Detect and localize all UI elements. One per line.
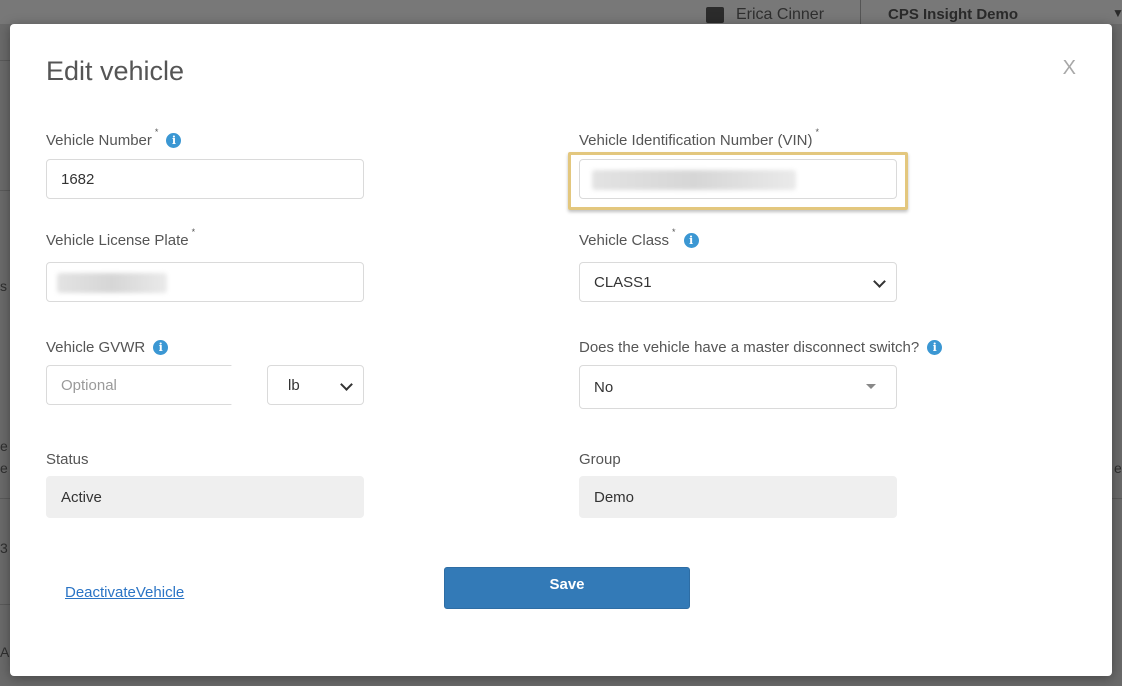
group-label: Group bbox=[579, 451, 621, 468]
save-button[interactable]: Save bbox=[444, 567, 690, 609]
group-value: Demo bbox=[594, 488, 635, 506]
master-switch-label-text: Does the vehicle have a master disconnec… bbox=[579, 339, 920, 356]
modal-title: Edit vehicle bbox=[46, 56, 185, 86]
background-row-line bbox=[0, 498, 10, 499]
background-text-fragment: s bbox=[0, 278, 7, 294]
background-row-line bbox=[0, 604, 10, 605]
required-marker: * bbox=[191, 226, 196, 237]
group-label-text: Group bbox=[579, 451, 621, 468]
background-user-name: Erica Cinner bbox=[736, 6, 825, 23]
vin-focus-highlight bbox=[568, 152, 908, 210]
vehicle-number-label: Vehicle Number * i bbox=[46, 127, 182, 149]
info-icon[interactable]: i bbox=[927, 340, 943, 355]
status-label-text: Status bbox=[46, 451, 89, 468]
required-marker: * bbox=[154, 126, 159, 137]
background-user-menu: Erica Cinner bbox=[706, 6, 824, 24]
status-field: Active bbox=[46, 476, 364, 518]
license-plate-label: Vehicle License Plate * bbox=[46, 227, 195, 250]
edit-vehicle-modal: Edit vehicle X Vehicle Number * i 1682 V… bbox=[10, 24, 1112, 676]
license-plate-label-text: Vehicle License Plate bbox=[46, 232, 189, 249]
background-row-line bbox=[1112, 498, 1122, 499]
gvwr-placeholder: Optional bbox=[61, 376, 117, 394]
background-text-fragment: e bbox=[0, 438, 8, 454]
status-label: Status bbox=[46, 451, 89, 468]
close-icon[interactable]: X bbox=[1063, 58, 1076, 78]
caret-down-icon bbox=[866, 384, 876, 389]
gvwr-unit-select[interactable]: lb bbox=[267, 365, 364, 405]
chevron-down-icon bbox=[340, 378, 353, 391]
info-icon[interactable]: i bbox=[153, 340, 169, 355]
background-text-fragment: A bbox=[0, 644, 10, 660]
info-icon[interactable]: i bbox=[166, 133, 182, 148]
required-marker: * bbox=[672, 226, 676, 237]
master-switch-value: No bbox=[594, 378, 614, 396]
vin-label-text: Vehicle Identification Number (VIN) bbox=[579, 132, 813, 149]
gvwr-unit-value: lb bbox=[288, 376, 300, 394]
background-row-line bbox=[0, 60, 10, 61]
vehicle-class-value: CLASS1 bbox=[594, 273, 652, 291]
background-text-fragment: 3 bbox=[0, 540, 8, 556]
vehicle-class-label-text: Vehicle Class bbox=[579, 232, 670, 249]
chevron-down-icon bbox=[873, 275, 886, 288]
master-switch-select[interactable]: No bbox=[579, 365, 897, 409]
vehicle-number-label-text: Vehicle Number bbox=[46, 132, 152, 149]
status-value: Active bbox=[61, 488, 102, 506]
group-field: Demo bbox=[579, 476, 897, 518]
background-text-fragment: e bbox=[1114, 460, 1122, 476]
vehicle-number-value: 1682 bbox=[61, 170, 95, 188]
required-marker: * bbox=[815, 126, 819, 137]
background-org-name: CPS Insight Demo bbox=[888, 6, 1019, 23]
info-icon[interactable]: i bbox=[683, 233, 699, 248]
redacted-license-plate-value bbox=[57, 273, 167, 293]
background-chevron-icon: ▼ bbox=[1112, 6, 1122, 20]
background-row-line bbox=[0, 190, 10, 191]
master-switch-label: Does the vehicle have a master disconnec… bbox=[579, 339, 943, 356]
vehicle-class-label: Vehicle Class * i bbox=[579, 227, 699, 249]
vehicle-class-select[interactable]: CLASS1 bbox=[579, 262, 897, 302]
license-plate-input[interactable] bbox=[46, 262, 364, 302]
user-avatar-icon bbox=[706, 7, 724, 23]
vehicle-number-input[interactable]: 1682 bbox=[46, 159, 364, 199]
background-divider bbox=[860, 0, 861, 24]
vin-label: Vehicle Identification Number (VIN) * bbox=[579, 127, 819, 150]
background-text-fragment: e bbox=[0, 460, 8, 476]
gvwr-input[interactable]: Optional bbox=[46, 365, 232, 405]
gvwr-label-text: Vehicle GVWR bbox=[46, 339, 146, 356]
deactivate-vehicle-link[interactable]: DeactivateVehicle bbox=[65, 584, 184, 601]
gvwr-label: Vehicle GVWR i bbox=[46, 339, 169, 356]
background-topbar: Erica Cinner CPS Insight Demo ▼ bbox=[0, 0, 1122, 24]
